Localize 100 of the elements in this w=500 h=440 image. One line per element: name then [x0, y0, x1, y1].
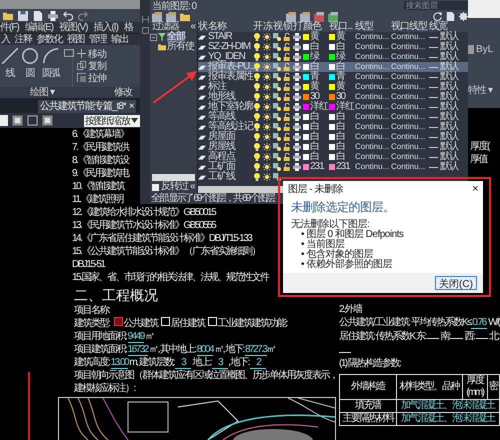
column-header[interactable]: 打 [293, 22, 303, 32]
rectangle-icon[interactable] [64, 48, 74, 58]
padlock-icon[interactable] [283, 33, 291, 41]
ribbon-tab[interactable]: 视图 [66, 34, 85, 45]
layer-stack-icon[interactable] [166, 12, 176, 22]
lightbulb-icon[interactable] [253, 123, 261, 131]
linetype-field[interactable]: ByL [468, 44, 500, 55]
column-header[interactable]: 视 [273, 22, 283, 32]
printer-icon[interactable] [293, 103, 301, 111]
close-icon[interactable]: × [128, 100, 134, 113]
padlock-icon[interactable] [283, 93, 291, 101]
color-swatch[interactable] [303, 44, 309, 50]
sun-icon[interactable] [263, 33, 271, 41]
lightbulb-icon[interactable] [253, 53, 261, 61]
lightbulb-icon[interactable] [253, 133, 261, 141]
collapse-icon[interactable]: « [190, 22, 195, 32]
tree-item[interactable]: 所有使 [167, 42, 194, 52]
layer-row[interactable]: 等高线注记 白 白 Continu... Continu... 默认 [198, 122, 468, 132]
color-swatch[interactable] [303, 74, 309, 80]
padlock-icon[interactable] [283, 103, 291, 111]
layer-row[interactable]: 房屋线 白 白 Continu... Continu... 默认 [198, 142, 468, 152]
column-header[interactable]: 颜色 [303, 22, 329, 32]
color-swatch[interactable] [303, 144, 309, 150]
layer-row[interactable]: 报审表-PU... 白 白 Continu... Continu... 默认 [198, 62, 468, 72]
color-swatch[interactable] [303, 154, 309, 160]
menu-item[interactable]: 插入(I) [93, 22, 118, 33]
color-swatch[interactable] [329, 34, 335, 40]
printer-icon[interactable] [293, 53, 301, 61]
color-swatch[interactable] [303, 134, 309, 140]
lightbulb-icon[interactable] [253, 143, 261, 151]
viewport-icon[interactable] [273, 33, 281, 41]
viewport-icon[interactable] [273, 143, 281, 151]
viewport-icon[interactable] [273, 83, 281, 91]
color-swatch[interactable] [303, 114, 309, 120]
printer-icon[interactable] [293, 83, 301, 91]
panel-title[interactable]: 修改 [74, 87, 132, 98]
sun-icon[interactable] [263, 173, 271, 181]
sun-icon[interactable] [263, 53, 271, 61]
viewport-icon[interactable] [273, 93, 281, 101]
redo-icon[interactable] [78, 10, 88, 20]
color-swatch[interactable] [303, 34, 309, 40]
layer-row[interactable]: 等高线 白 白 Continu... Continu... 默认 [198, 112, 468, 122]
color-swatch[interactable] [303, 54, 309, 60]
printer-icon[interactable] [48, 10, 58, 20]
layer-row[interactable]: STAIR 黄 黄 Continu... Continu... 默认 [198, 32, 468, 42]
menu-item[interactable]: 件(F) [0, 22, 19, 33]
printer-icon[interactable] [293, 123, 301, 131]
sun-icon[interactable] [263, 123, 271, 131]
padlock-icon[interactable] [283, 143, 291, 151]
color-swatch[interactable] [329, 44, 335, 50]
layer-row[interactable]: 房屋面 白 白 Continu... Continu... 默认 [198, 132, 468, 142]
layer-row[interactable]: 地下室轮廓 洋红 洋红Continu... Continu... 默认 [198, 102, 468, 112]
line-icon[interactable] [2, 48, 18, 64]
refresh-icon[interactable] [433, 12, 442, 21]
menu-item[interactable]: 编辑(E) [24, 22, 54, 33]
viewport-icon[interactable] [273, 63, 281, 71]
color-swatch[interactable] [303, 124, 309, 130]
viewport-icon[interactable] [273, 163, 281, 171]
printer-icon[interactable] [293, 113, 301, 121]
color-swatch[interactable] [329, 104, 335, 110]
viewport-icon[interactable] [273, 173, 281, 181]
padlock-icon[interactable] [283, 73, 291, 81]
column-header[interactable]: 视口线型 [391, 22, 429, 32]
printer-icon[interactable] [293, 153, 301, 161]
sun-icon[interactable] [263, 143, 271, 151]
collapse-icon[interactable]: « [190, 182, 195, 192]
stretch-icon[interactable] [77, 73, 86, 82]
lightbulb-icon[interactable] [253, 163, 261, 171]
ribbon-tab[interactable]: 管理 [88, 34, 107, 45]
column-header[interactable]: 开 [253, 22, 263, 32]
layer-row[interactable]: SZ-ZH-DIM 白 白 Continu... Continu... 默认 [198, 42, 468, 52]
lightbulb-icon[interactable] [253, 63, 261, 71]
lightbulb-icon[interactable] [253, 83, 261, 91]
color-swatch[interactable] [303, 164, 309, 170]
section-title[interactable]: 特性 ▾ [468, 83, 500, 97]
color-swatch[interactable] [303, 104, 309, 110]
color-swatch[interactable] [303, 64, 309, 70]
ribbon-tab[interactable]: 注释 [14, 34, 32, 45]
menu-item[interactable]: 视图(V) [59, 22, 88, 33]
arc-icon[interactable] [43, 48, 59, 64]
lightbulb-icon[interactable] [253, 113, 261, 121]
column-header[interactable]: 状 [198, 22, 208, 32]
collapse-box-icon[interactable] [150, 34, 157, 40]
printer-icon[interactable] [293, 93, 301, 101]
padlock-icon[interactable] [283, 123, 291, 131]
printer-icon[interactable] [293, 143, 301, 151]
scale-dropdown[interactable]: 按图纸缩放 [84, 114, 140, 126]
viewport-icon[interactable] [273, 73, 281, 81]
printer-icon[interactable] [293, 133, 301, 141]
ribbon-tab[interactable]: 入 [0, 34, 10, 45]
ribbon-tab[interactable]: 输出 [110, 34, 129, 45]
color-swatch[interactable] [329, 134, 335, 140]
layer-row[interactable]: 报审表属性 青 青 Continu... Continu... 默认 [198, 72, 468, 82]
viewport-icon[interactable] [273, 133, 281, 141]
settings-icon[interactable] [459, 12, 468, 21]
color-swatch[interactable] [329, 94, 335, 100]
viewport-icon[interactable] [42, 115, 53, 126]
sun-icon[interactable] [263, 163, 271, 171]
lightbulb-icon[interactable] [253, 173, 261, 181]
padlock-icon[interactable] [283, 43, 291, 51]
